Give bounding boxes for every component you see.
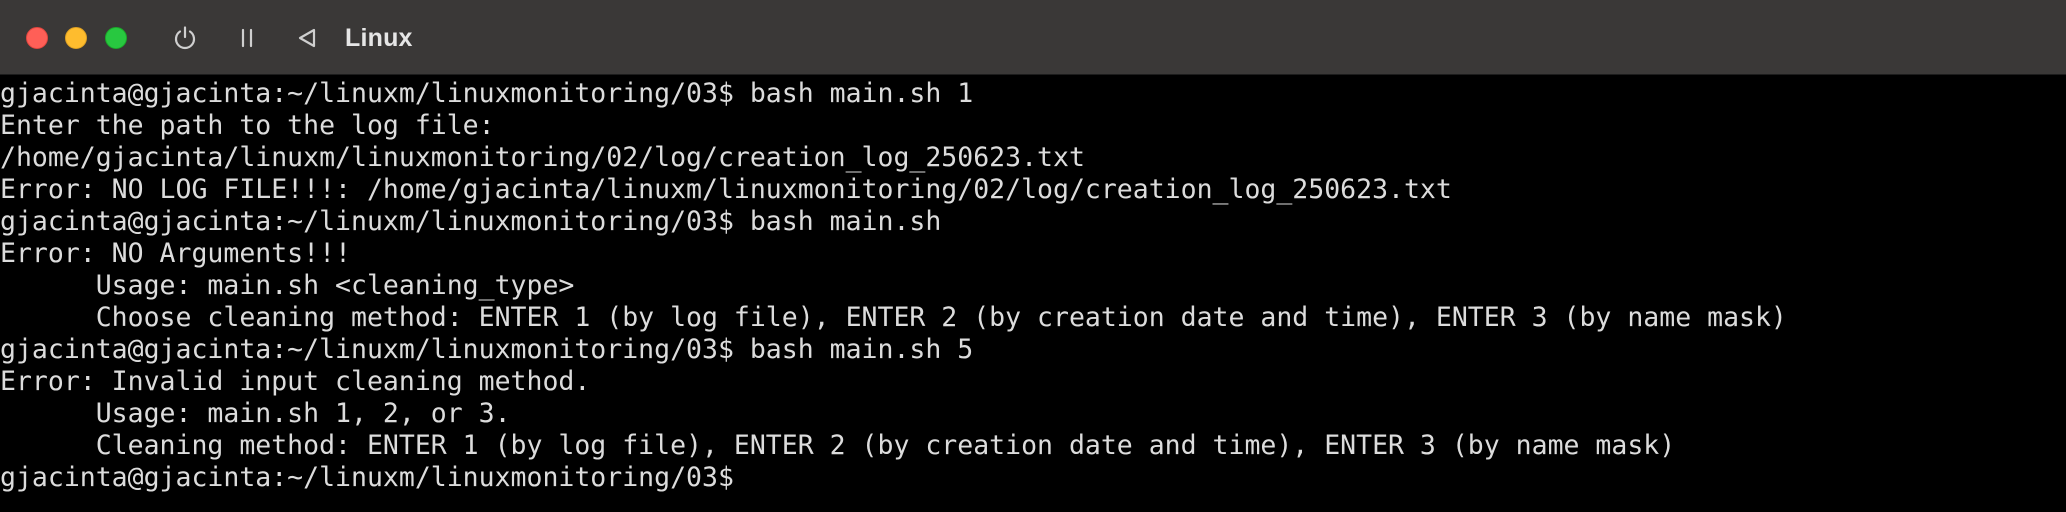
terminal-line: Error: Invalid input cleaning method. [0,366,591,397]
terminal-line: gjacinta@gjacinta:~/linuxm/linuxmonitori… [0,334,974,365]
minimize-button[interactable] [65,27,87,49]
zoom-button[interactable] [105,27,127,49]
back-icon[interactable] [289,20,325,56]
terminal-line: gjacinta@gjacinta:~/linuxm/linuxmonitori… [0,78,974,109]
terminal-line: Usage: main.sh 1, 2, or 3. [0,398,511,429]
close-button[interactable] [26,27,48,49]
terminal-output[interactable]: gjacinta@gjacinta:~/linuxm/linuxmonitori… [0,78,2066,512]
terminal-line: Choose cleaning method: ENTER 1 (by log … [0,302,1787,333]
title-bar: Linux [0,0,2066,75]
terminal-line: Error: NO LOG FILE!!!: /home/gjacinta/li… [0,174,1452,205]
terminal-line: Error: NO Arguments!!! [0,238,351,269]
vm-window: Linux gjacinta@gjacinta:~/linuxm/linuxmo… [0,0,2066,512]
power-icon[interactable] [167,20,203,56]
terminal-line: Usage: main.sh <cleaning_type> [0,270,575,301]
terminal-line: gjacinta@gjacinta:~/linuxm/linuxmonitori… [0,206,942,237]
pause-icon[interactable] [229,20,265,56]
window-title: Linux [345,24,413,52]
terminal-prompt-line[interactable]: gjacinta@gjacinta:~/linuxm/linuxmonitori… [0,462,2066,494]
terminal-line: Enter the path to the log file: [0,110,495,141]
terminal-line: /home/gjacinta/linuxm/linuxmonitoring/02… [0,142,1085,173]
terminal-line: Cleaning method: ENTER 1 (by log file), … [0,430,1676,461]
